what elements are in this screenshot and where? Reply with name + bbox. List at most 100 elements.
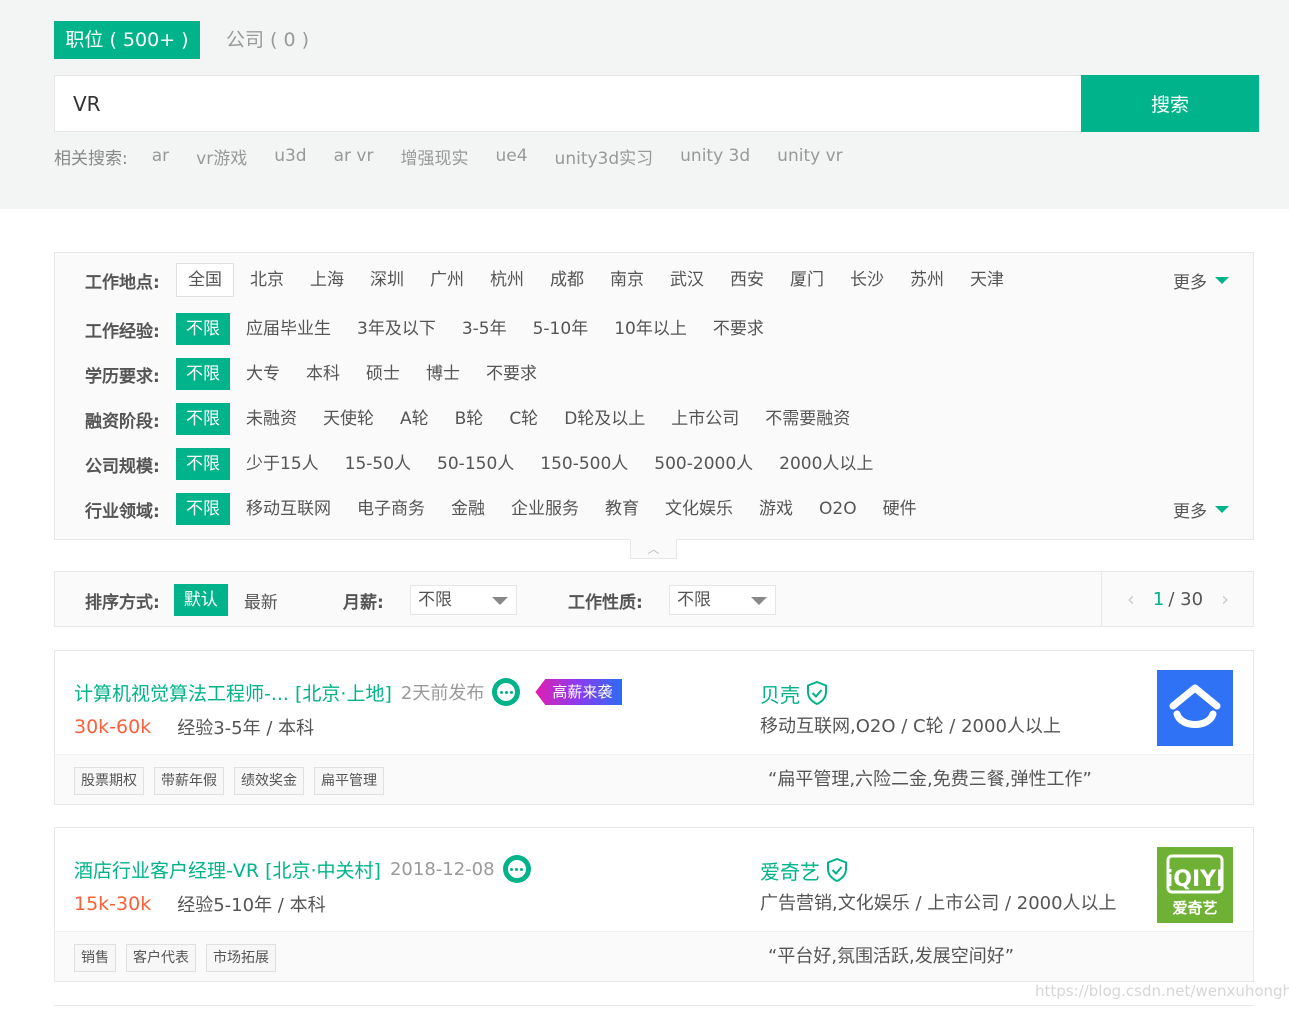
filter-option[interactable]: 未融资 [246,403,297,435]
benefit-tag: 绩效奖金 [234,767,304,795]
verified-shield-icon [807,681,827,705]
filter-option-selected[interactable]: 不限 [176,313,230,345]
filter-option[interactable]: 天使轮 [323,403,374,435]
filter-option[interactable]: 天津 [970,264,1004,296]
filter-option-selected[interactable]: 不限 [176,493,230,525]
benefit-tag: 股票期权 [74,767,144,795]
filter-option[interactable]: 15-50人 [345,448,411,480]
related-link[interactable]: unity 3d [680,146,750,166]
benefit-tags: 股票期权 带薪年假 绩效奖金 扁平管理 [74,767,384,795]
search-header: 职位 ( 500+ ) 公司 ( 0 ) 搜索 相关搜索: ar vr游戏 u3… [0,0,1289,209]
search-input[interactable] [54,75,1081,132]
filter-option[interactable]: 上市公司 [671,403,739,435]
filter-option[interactable]: 游戏 [759,493,793,525]
chat-icon[interactable] [502,855,531,883]
related-link[interactable]: ar vr [334,146,374,166]
filter-option[interactable]: 3-5年 [462,313,507,345]
filter-option[interactable]: 南京 [610,264,644,296]
filter-row-education: 学历要求: 不限 大专 本科 硕士 博士 不要求 [85,358,563,390]
filter-option[interactable]: 本科 [306,358,340,390]
filter-option[interactable]: 硬件 [883,493,917,525]
filter-option[interactable]: 5-10年 [533,313,589,345]
filter-option[interactable]: A轮 [400,403,429,435]
more-locations-button[interactable]: 更多 [1173,264,1229,296]
jobtype-select[interactable]: 不限 [669,585,776,615]
filter-option[interactable]: 移动互联网 [246,493,331,525]
filter-row-location: 工作地点: 全国 北京 上海 深圳 广州 杭州 成都 南京 武汉 西安 厦门 长… [85,263,1030,297]
filter-option[interactable]: 广州 [430,264,464,296]
related-link[interactable]: 增强现实 [400,144,468,169]
chat-icon[interactable] [492,678,521,706]
filter-option[interactable]: 成都 [550,264,584,296]
related-link[interactable]: ar [152,146,169,166]
tab-positions[interactable]: 职位 ( 500+ ) [54,21,200,59]
filter-option[interactable]: 上海 [310,264,344,296]
related-link[interactable]: u3d [274,146,306,166]
job-title-link[interactable]: 酒店行业客户经理-VR [北京·中关村] [74,856,381,883]
filter-option-selected[interactable]: 不限 [176,448,230,480]
sort-default-button[interactable]: 默认 [173,584,228,616]
job-requirements: 经验3-5年 / 本科 [177,718,315,739]
salary-filter-label: 月薪: [343,584,384,616]
filter-option[interactable]: 应届毕业生 [246,313,331,345]
filter-option[interactable]: 教育 [605,493,639,525]
salary-select[interactable]: 不限 [410,585,517,615]
filter-option[interactable]: 企业服务 [511,493,579,525]
filter-option[interactable]: 北京 [250,264,284,296]
search-button[interactable]: 搜索 [1081,75,1259,132]
next-page-icon[interactable]: › [1221,587,1229,611]
filter-option[interactable]: 深圳 [370,264,404,296]
publish-date: 2018-12-08 [389,858,495,880]
job-card[interactable]: 计算机视觉算法工程师-... [北京·上地] 2天前发布 高薪来袭 30k-60… [54,650,1254,805]
company-name-link[interactable]: 贝壳 [760,679,800,708]
filter-option[interactable]: 苏州 [910,264,944,296]
related-link[interactable]: vr游戏 [196,144,247,169]
filter-option[interactable]: D轮及以上 [564,403,645,435]
beike-logo-icon[interactable] [1157,670,1233,746]
filter-option[interactable]: 不要求 [713,313,764,345]
filter-option[interactable]: B轮 [455,403,484,435]
job-card[interactable]: 酒店行业客户经理-VR [北京·中关村] 2018-12-08 15k-30k … [54,827,1254,982]
filter-option[interactable]: 杭州 [490,264,524,296]
filter-option[interactable]: 不要求 [486,358,537,390]
filter-option[interactable]: 金融 [451,493,485,525]
filter-option[interactable]: 西安 [730,264,764,296]
company-name-link[interactable]: 爱奇艺 [760,856,820,885]
filter-option-selected[interactable]: 不限 [176,358,230,390]
logo-text-top: iQIYI [1166,867,1225,892]
related-link[interactable]: ue4 [495,146,527,166]
filter-option[interactable]: 硕士 [366,358,400,390]
more-industries-button[interactable]: 更多 [1173,493,1229,525]
filter-option[interactable]: 50-150人 [437,448,514,480]
filter-row-company-size: 公司规模: 不限 少于15人 15-50人 50-150人 150-500人 5… [85,448,899,480]
filter-option[interactable]: 500-2000人 [654,448,753,480]
filter-option[interactable]: 大专 [246,358,280,390]
filter-option[interactable]: 电子商务 [357,493,425,525]
filter-option[interactable]: C轮 [509,403,538,435]
collapse-filters-button[interactable]: ︿ [630,539,677,559]
sort-newest-button[interactable]: 最新 [244,588,278,613]
filter-option[interactable]: 3年及以下 [357,313,436,345]
filter-option[interactable]: 博士 [426,358,460,390]
filter-option-selected[interactable]: 不限 [176,403,230,435]
filter-option[interactable]: 文化娱乐 [665,493,733,525]
salary-label: 月薪: [343,592,384,613]
filter-option[interactable]: 武汉 [670,264,704,296]
filter-option[interactable]: 不需要融资 [765,403,850,435]
tab-companies[interactable]: 公司 ( 0 ) [226,21,309,59]
filter-option[interactable]: 10年以上 [614,313,687,345]
caret-down-icon [1215,276,1229,284]
filter-option[interactable]: O2O [819,493,857,525]
prev-page-icon[interactable]: ‹ [1127,587,1135,611]
filter-option-selected[interactable]: 全国 [176,263,234,297]
iqiyi-logo-icon[interactable]: iQIYI 爱奇艺 [1157,847,1233,923]
filter-option[interactable]: 少于15人 [246,448,319,480]
filter-option[interactable]: 厦门 [790,264,824,296]
job-title-link[interactable]: 计算机视觉算法工程师-... [北京·上地] [74,679,392,706]
related-link[interactable]: unity3d实习 [555,144,654,169]
filter-option[interactable]: 长沙 [850,264,884,296]
filter-option[interactable]: 2000人以上 [779,448,873,480]
filter-option[interactable]: 150-500人 [540,448,628,480]
related-link[interactable]: unity vr [777,146,842,166]
job-title-row: 酒店行业客户经理-VR [北京·中关村] 2018-12-08 [74,854,531,884]
